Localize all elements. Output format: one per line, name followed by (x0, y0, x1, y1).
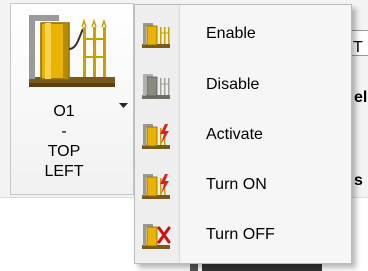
o1-top-left-label: O1 - TOP LEFT (21, 102, 107, 182)
o1-dropdown-menu: Enable Disable Activate Turn ON Turn OFF (134, 4, 352, 264)
menu-item-turn-off[interactable]: Turn OFF (135, 212, 351, 260)
menu-item-disable[interactable]: Disable (135, 62, 351, 110)
menu-item-activate[interactable]: Activate (135, 112, 351, 160)
background-text-fragment: T (353, 39, 363, 56)
label-line-3: TOP (47, 143, 81, 160)
menu-item-label: Turn ON (206, 176, 267, 193)
menu-item-label: Enable (206, 25, 256, 42)
menu-item-label: Disable (206, 76, 260, 93)
menu-item-turn-on[interactable]: Turn ON (135, 162, 351, 210)
activate-icon (142, 124, 170, 149)
o1-top-left-split-button[interactable]: O1 - TOP LEFT (10, 3, 134, 195)
label-line-2: - (61, 123, 67, 140)
label-line-1: O1 (53, 103, 75, 120)
disable-icon (142, 74, 170, 99)
background-text-fragment: s (354, 172, 363, 189)
switch-panel-icon (29, 15, 115, 87)
menu-item-label: Activate (206, 126, 263, 143)
dropdown-arrow-icon[interactable] (119, 103, 128, 109)
menu-item-enable[interactable]: Enable (135, 11, 351, 59)
menu-item-label: Turn OFF (206, 226, 275, 243)
turn-off-icon (142, 224, 171, 249)
enable-icon (142, 23, 170, 48)
turn-on-icon (142, 174, 170, 199)
background-text-fragment: els (354, 89, 368, 106)
label-line-4: LEFT (44, 163, 84, 180)
